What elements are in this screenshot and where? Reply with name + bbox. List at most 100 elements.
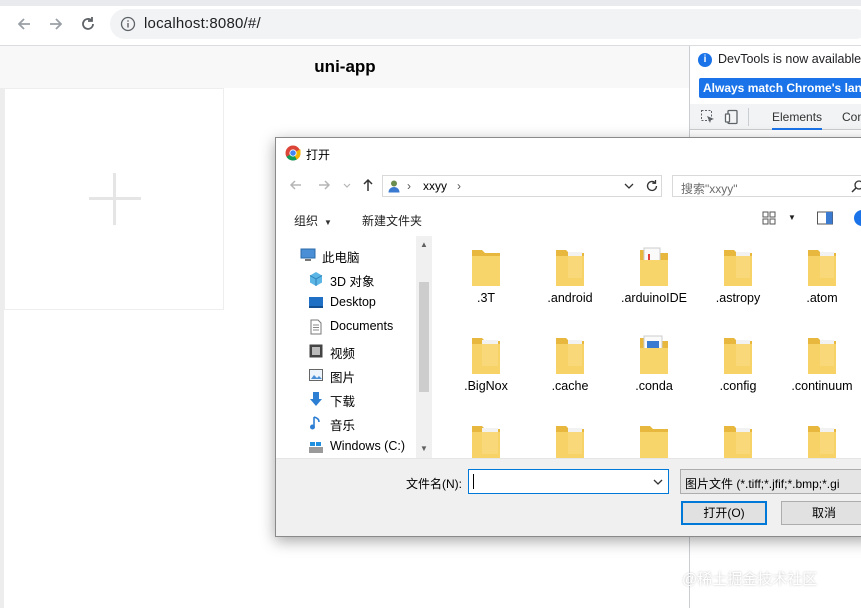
url-text[interactable]: localhost:8080/#/ [144, 15, 261, 32]
view-dropdown-icon[interactable]: ▼ [788, 213, 796, 222]
devtools-info-message: DevTools is now available in [718, 52, 861, 66]
help-icon[interactable] [854, 210, 861, 226]
nav-item-pictures[interactable]: 图片 [276, 364, 416, 386]
back-arrow-icon[interactable] [14, 14, 34, 34]
nav-item-videos[interactable]: 视频 [276, 340, 416, 362]
desktop-icon [309, 297, 323, 308]
reload-icon[interactable] [78, 14, 98, 34]
folder-icon [808, 250, 836, 286]
nav-item-downloads[interactable]: 下载 [276, 388, 416, 410]
filename-input[interactable] [468, 469, 669, 494]
browser-toolbar: localhost:8080/#/ [0, 0, 861, 46]
drive-icon [309, 442, 323, 453]
devtools-divider [748, 108, 749, 126]
organize-label: 组织 [294, 214, 319, 228]
file-name: .config [719, 379, 757, 393]
file-item[interactable]: .3T [444, 236, 528, 324]
nav-scrollbar-thumb[interactable] [419, 282, 429, 392]
folder-icon [472, 426, 500, 458]
folder-icon [472, 338, 500, 374]
recent-locations-icon[interactable] [342, 177, 352, 193]
new-folder-button[interactable]: 新建文件夹 [362, 212, 422, 229]
documents-icon [310, 319, 322, 335]
file-item[interactable]: .android [528, 236, 612, 324]
breadcrumb-separator-icon: › [407, 179, 411, 193]
file-name: .3T [476, 291, 496, 305]
file-item[interactable]: .astropy [696, 236, 780, 324]
folder-icon [724, 426, 752, 458]
folder-icon [724, 338, 752, 374]
file-item[interactable] [780, 412, 861, 458]
folder-icon [808, 426, 836, 458]
file-item[interactable] [612, 412, 696, 458]
chevron-down-icon[interactable] [623, 180, 635, 192]
breadcrumb-xxyy[interactable]: xxyy [423, 179, 447, 193]
refresh-icon[interactable] [645, 179, 659, 193]
nav-item-windows-c[interactable]: Windows (C:) [276, 436, 416, 458]
back-arrow-icon[interactable] [288, 177, 304, 193]
device-toolbar-icon[interactable] [724, 109, 740, 125]
nav-item-music[interactable]: 音乐 [276, 412, 416, 434]
download-icon [310, 392, 322, 406]
picture-icon [309, 369, 323, 381]
file-item[interactable] [696, 412, 780, 458]
file-name: .BigNox [464, 379, 508, 393]
view-options-icon[interactable] [762, 210, 780, 226]
text-cursor [473, 474, 474, 489]
dialog-search-input[interactable]: 搜索"xxyy" [672, 175, 861, 197]
file-item[interactable]: .arduinoIDE [612, 236, 696, 324]
file-item[interactable]: .conda [612, 324, 696, 412]
folder-icon [556, 250, 584, 286]
file-item[interactable] [528, 412, 612, 458]
nav-item-documents[interactable]: Documents [276, 316, 416, 338]
file-item[interactable]: .continuum [780, 324, 861, 412]
nav-item-label: Documents [330, 319, 394, 333]
organize-menu[interactable]: 组织 ▼ [294, 212, 332, 229]
file-item[interactable]: .config [696, 324, 780, 412]
dialog-title: 打开 [306, 148, 331, 162]
match-language-button[interactable]: Always match Chrome's language [699, 78, 861, 98]
dialog-command-bar: 组织 ▼ 新建文件夹 ▼ [276, 206, 861, 232]
file-name: .atom [806, 291, 838, 305]
chrome-logo-icon [285, 145, 301, 161]
address-bar[interactable]: localhost:8080/#/ [110, 9, 861, 39]
tab-elements[interactable]: Elements [772, 110, 823, 130]
tab-strip [0, 0, 861, 6]
chevron-down-icon[interactable] [652, 477, 664, 487]
nav-item-this-pc[interactable]: 此电脑 [276, 244, 416, 266]
file-type-value: 图片文件 (*.tiff;*.jfif;*.bmp;*.gi [685, 477, 840, 491]
scroll-up-icon[interactable]: ▲ [419, 240, 429, 249]
up-arrow-icon[interactable] [360, 177, 376, 193]
site-info-icon[interactable] [120, 16, 136, 32]
nav-item-desktop[interactable]: Desktop [276, 292, 416, 314]
open-button[interactable]: 打开(O) [681, 501, 767, 525]
nav-item-label: 3D 对象 [330, 275, 375, 289]
folder-icon [640, 247, 668, 286]
preview-pane-icon[interactable] [816, 210, 834, 226]
dialog-footer: 文件名(N): 图片文件 (*.tiff;*.jfif;*.bmp;*.gi 打… [276, 458, 861, 536]
nav-item-3d-objects[interactable]: 3D 对象 [276, 268, 416, 290]
file-item[interactable]: .atom [780, 236, 861, 324]
nav-item-label: 音乐 [330, 419, 356, 433]
search-icon[interactable] [851, 179, 861, 193]
forward-arrow-icon[interactable] [316, 177, 332, 193]
cube-3d-icon [309, 272, 323, 286]
file-item[interactable]: .BigNox [444, 324, 528, 412]
dialog-address-box[interactable]: › xxyy › [382, 175, 662, 197]
nav-scrollbar[interactable]: ▲ ▼ [416, 236, 432, 458]
file-item[interactable] [444, 412, 528, 458]
image-upload-box[interactable] [4, 88, 224, 310]
dialog-address-row: › xxyy › 搜索"xxyy" [276, 172, 861, 200]
music-icon [310, 416, 320, 430]
tab-console[interactable]: Console [842, 110, 861, 124]
nav-item-label: Windows (C:) [330, 439, 406, 453]
file-type-select[interactable]: 图片文件 (*.tiff;*.jfif;*.bmp;*.gi [680, 469, 861, 494]
nav-item-label: Desktop [330, 295, 376, 309]
cancel-button[interactable]: 取消 [781, 501, 861, 525]
forward-arrow-icon[interactable] [46, 14, 66, 34]
file-item[interactable]: .cache [528, 324, 612, 412]
scroll-down-icon[interactable]: ▼ [419, 444, 429, 453]
inspect-element-icon[interactable] [700, 109, 716, 125]
file-name: .android [547, 291, 593, 305]
folder-icon [640, 335, 668, 374]
